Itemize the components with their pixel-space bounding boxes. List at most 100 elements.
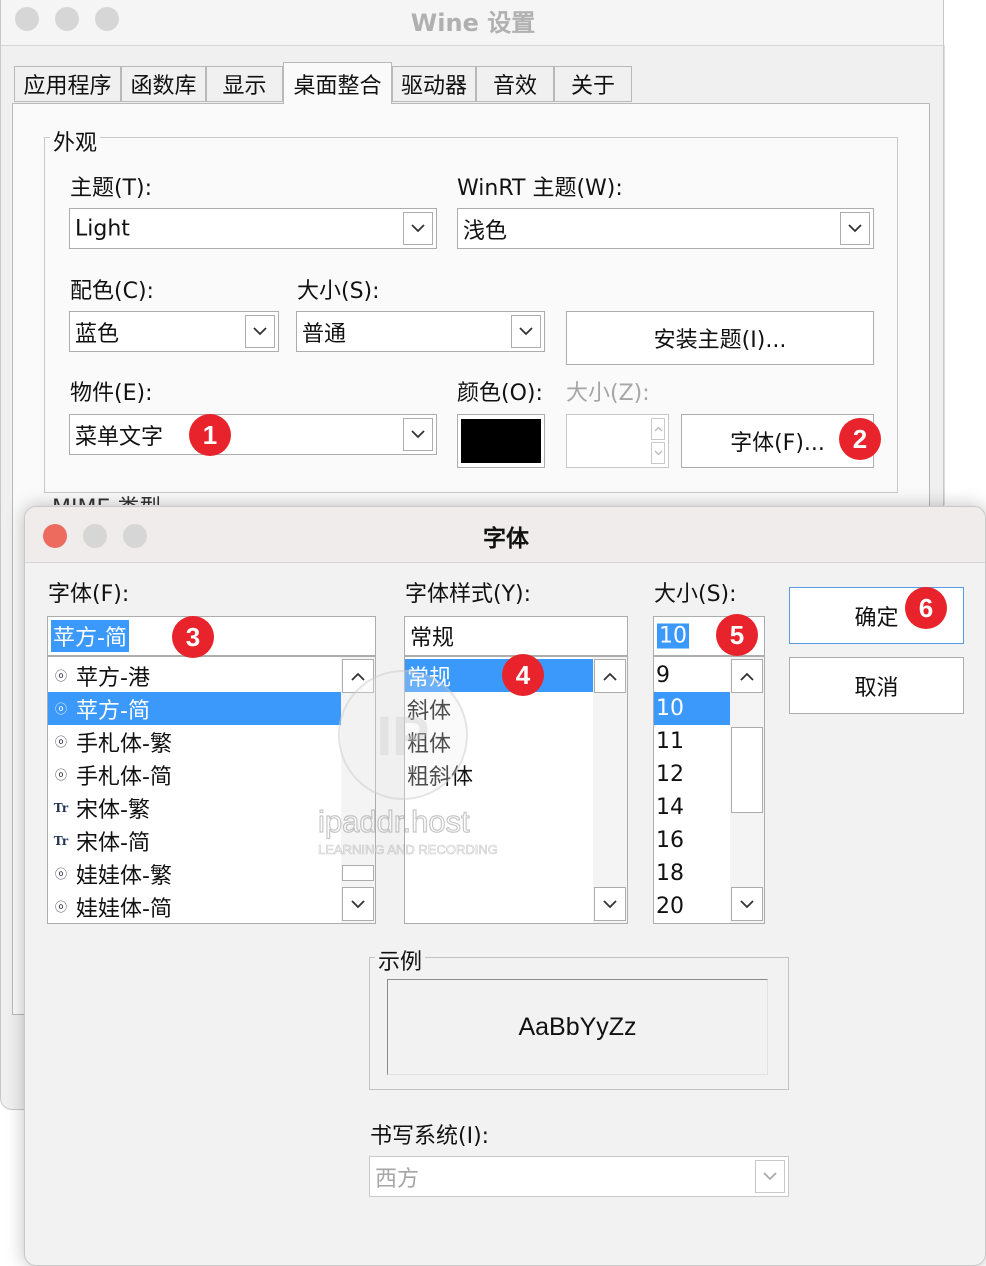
theme-value: Light <box>75 216 130 241</box>
scroll-down-button[interactable] <box>342 887 374 921</box>
sample-group-label: 示例 <box>375 944 426 976</box>
theme-select[interactable]: Light <box>69 208 437 249</box>
tab-apps[interactable]: 应用程序 <box>14 66 121 102</box>
truetype-icon: Tr <box>53 800 69 815</box>
font-name: 手札体-繁 <box>76 731 172 757</box>
step-badge-6: 6 <box>905 587 947 629</box>
scroll-up-button[interactable] <box>594 659 626 693</box>
list-item[interactable]: ⓞ 娃娃体-繁 <box>48 857 341 890</box>
list-item[interactable]: ⓞ 娃娃体-简 <box>48 890 341 923</box>
font-name: 苹方-港 <box>76 665 150 691</box>
scrollbar-track[interactable] <box>341 657 375 923</box>
size-value: 10 <box>656 696 684 721</box>
font-style-value: 常规 <box>410 626 455 651</box>
winrt-theme-select[interactable]: 浅色 <box>457 208 874 249</box>
dropdown-arrow-button[interactable] <box>511 315 541 348</box>
size-value: 20 <box>656 894 684 919</box>
script-select[interactable]: 西方 <box>369 1156 789 1197</box>
size-value: 9 <box>656 663 670 688</box>
font-name-value: 苹方-简 <box>51 620 129 652</box>
font-size-list[interactable]: 9 10 11 12 14 16 18 20 <box>653 656 765 924</box>
list-item[interactable]: 斜体 <box>405 692 593 725</box>
spin-up-button[interactable] <box>651 418 665 440</box>
font-icon: ⓞ <box>54 669 67 683</box>
item-select[interactable]: 菜单文字 <box>69 414 437 455</box>
scroll-up-button[interactable] <box>342 659 374 693</box>
list-item[interactable]: 20 <box>654 890 730 923</box>
tab-label: 显示 <box>222 74 267 99</box>
list-item-selected[interactable]: ⓞ 苹方-简 <box>48 692 341 725</box>
list-item[interactable]: ⓞ 手札体-简 <box>48 758 341 791</box>
color-label: 颜色(O): <box>457 381 543 406</box>
list-item[interactable]: 粗体 <box>405 725 593 758</box>
chevron-down-icon <box>603 899 617 908</box>
spin-down-button[interactable] <box>651 442 665 464</box>
font-icon: ⓞ <box>54 867 67 881</box>
step-badge-4: 4 <box>502 654 544 696</box>
list-item[interactable]: 粗斜体 <box>405 758 593 791</box>
step-badge-5: 5 <box>716 614 758 656</box>
list-item[interactable]: 14 <box>654 791 730 824</box>
truetype-icon: Tr <box>53 833 69 848</box>
tab-audio[interactable]: 音效 <box>476 66 554 102</box>
tab-label: 音效 <box>492 74 537 99</box>
font-name: 娃娃体-繁 <box>76 863 172 889</box>
font-dialog-titlebar: 字体 <box>25 507 985 563</box>
dropdown-arrow-button[interactable] <box>403 418 433 451</box>
font-list[interactable]: ⓞ 苹方-港 ⓞ 苹方-简 ⓞ 手札体-繁 ⓞ 手札体-简 Tr 宋体-繁 Tr 宋体-简 … <box>47 656 376 924</box>
theme-label: 主题(T): <box>70 176 153 201</box>
scrollbar-thumb[interactable] <box>342 865 374 881</box>
list-item[interactable]: Tr 宋体-繁 <box>48 791 341 824</box>
dropdown-arrow-button[interactable] <box>840 212 870 245</box>
tab-graphics[interactable]: 显示 <box>206 66 283 102</box>
item-size-spinner[interactable] <box>566 414 669 468</box>
chevron-down-icon <box>763 1172 777 1181</box>
tab-libraries[interactable]: 函数库 <box>121 66 206 102</box>
font-dialog-title: 字体 <box>483 526 529 552</box>
tab-drives[interactable]: 驱动器 <box>392 66 476 102</box>
style-name: 斜体 <box>407 698 452 724</box>
list-item-selected[interactable]: 常规 <box>405 659 593 692</box>
font-icon: ⓞ <box>54 735 67 749</box>
scroll-up-button[interactable] <box>731 659 763 693</box>
scroll-down-button[interactable] <box>594 887 626 921</box>
scroll-down-button[interactable] <box>731 887 763 921</box>
chevron-down-icon <box>519 327 533 336</box>
dropdown-arrow-button[interactable] <box>403 212 433 245</box>
font-icon: ⓞ <box>54 702 67 716</box>
list-item[interactable]: 9 <box>654 659 730 692</box>
font-name: 宋体-繁 <box>76 797 150 823</box>
install-theme-button[interactable]: 安装主题(I)... <box>566 311 874 365</box>
list-item[interactable]: 16 <box>654 824 730 857</box>
scrollbar-thumb[interactable] <box>731 727 763 813</box>
dropdown-arrow-button[interactable] <box>245 315 275 348</box>
scrollbar-track[interactable] <box>593 657 627 923</box>
tab-desktop-integration[interactable]: 桌面整合 <box>283 62 392 104</box>
list-item[interactable]: Tr 宋体-简 <box>48 824 341 857</box>
list-item-selected[interactable]: 10 <box>654 692 730 725</box>
script-value: 西方 <box>375 1166 420 1192</box>
list-item[interactable]: ⓞ 手札体-繁 <box>48 725 341 758</box>
color-picker-button[interactable] <box>457 414 545 468</box>
font-style-list[interactable]: 常规 斜体 粗体 粗斜体 <box>404 656 628 924</box>
list-item[interactable]: 11 <box>654 725 730 758</box>
list-item[interactable]: 18 <box>654 857 730 890</box>
size-select[interactable]: 普通 <box>296 311 545 352</box>
color-scheme-select[interactable]: 蓝色 <box>69 311 279 352</box>
tab-label: 桌面整合 <box>293 73 382 99</box>
size-value: 普通 <box>302 321 347 347</box>
chevron-down-icon <box>351 899 365 908</box>
list-item[interactable]: ⓞ 苹方-港 <box>48 659 341 692</box>
list-item[interactable]: 12 <box>654 758 730 791</box>
script-label: 书写系统(I): <box>370 1124 490 1149</box>
chevron-up-icon <box>654 426 662 432</box>
dropdown-arrow-button[interactable] <box>755 1160 785 1193</box>
color-scheme-label: 配色(C): <box>70 279 154 304</box>
cancel-button[interactable]: 取消 <box>789 657 964 714</box>
mime-group-label: MIME 类型 <box>52 491 161 505</box>
tab-about[interactable]: 关于 <box>554 66 632 102</box>
font-style-input[interactable]: 常规 <box>404 616 628 656</box>
font-style-label: 字体样式(Y): <box>405 582 532 607</box>
step-badge-1: 1 <box>189 414 231 456</box>
size-value: 14 <box>656 795 684 820</box>
